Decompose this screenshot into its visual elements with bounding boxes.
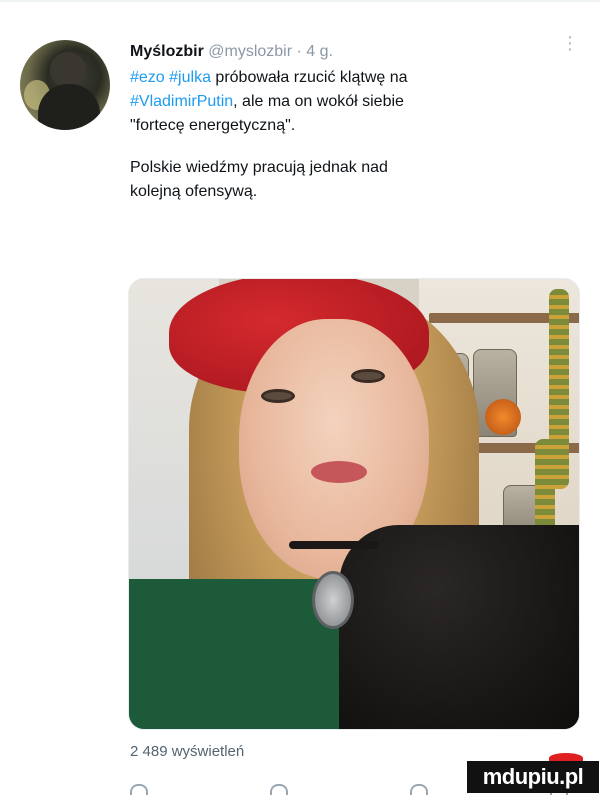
avatar[interactable] (20, 40, 110, 130)
tweet-paragraph-2-line-1: Polskie wiedźmy pracują jednak nad (130, 159, 388, 176)
vertical-credit (173, 319, 183, 459)
hashtag-vladimirputin[interactable]: #VladimirPutin (130, 93, 233, 110)
tweet-line-1: #ezo #julka próbowała rzucić klątwę na (130, 66, 580, 90)
cameo-pendant (312, 571, 354, 629)
hashtag-ezo[interactable]: #ezo (130, 69, 165, 86)
like-icon[interactable] (410, 784, 428, 795)
reply-icon[interactable] (130, 784, 148, 795)
top-divider (0, 0, 600, 2)
author-name[interactable]: Myślozbir (130, 43, 204, 60)
eye (351, 369, 385, 383)
more-vertical-icon[interactable]: ⋮ (560, 34, 580, 64)
tweet-timestamp[interactable]: 4 g. (306, 43, 333, 60)
fur-collar (339, 525, 579, 729)
tweet-header: Myślozbir @myslozbir · 4 g. (130, 42, 570, 62)
avatar-head (50, 52, 86, 88)
choker-necklace (289, 541, 379, 549)
lips (311, 461, 367, 483)
tweet-paragraph-2-line-2: kolejną ofensywą. (130, 183, 258, 200)
hashtag-julka[interactable]: #julka (169, 69, 211, 86)
tweet-line-3: "fortecę energetyczną". (130, 117, 296, 134)
view-count: 2 489 wyświetleń (130, 743, 245, 760)
tweet-line-2-text: , ale ma on wokół siebie (233, 93, 404, 110)
tweet-line-1-text: próbowała rzucić klątwę na (210, 69, 408, 86)
watermark: mdupiu.pl (467, 761, 599, 793)
eye (261, 389, 295, 403)
retweet-icon[interactable] (270, 784, 288, 795)
header-separator: · (296, 43, 302, 60)
avatar-body (38, 84, 100, 130)
tweet-text: #ezo #julka próbowała rzucić klątwę na #… (130, 66, 580, 204)
author-handle[interactable]: @myslozbir (208, 43, 292, 60)
dried-orange (485, 399, 521, 435)
tweet-line-2: #VladimirPutin, ale ma on wokół siebie (130, 90, 580, 114)
tweet-photo[interactable] (128, 278, 580, 730)
